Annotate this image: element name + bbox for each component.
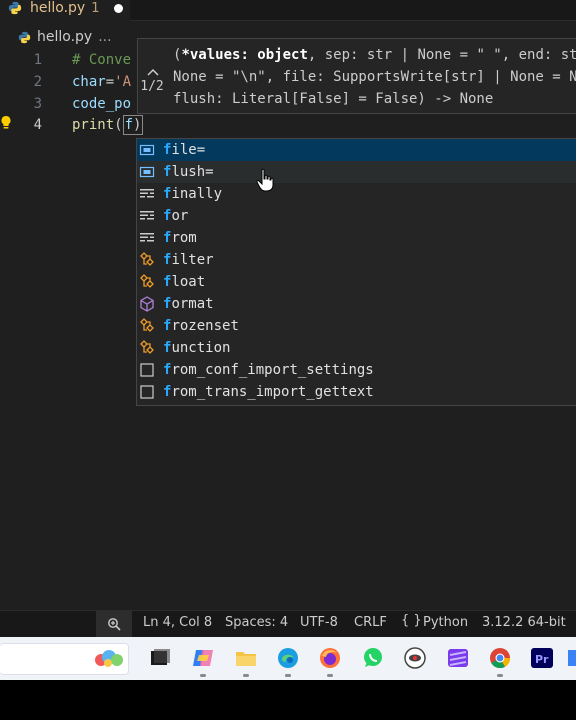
partial-app-icon[interactable] xyxy=(568,646,576,670)
python-file-icon xyxy=(18,31,31,43)
unsaved-dot-icon[interactable] xyxy=(113,3,123,13)
text-icon xyxy=(140,385,154,399)
suggestion-label: frozenset xyxy=(163,318,239,334)
status-bar: Ln 4, Col 8 Spaces: 4 UTF-8 CRLF { } Pyt… xyxy=(0,610,576,637)
variable-icon xyxy=(139,144,155,156)
suggestion-label: function xyxy=(163,340,231,356)
screen-recorder-icon[interactable] xyxy=(403,646,427,670)
suggestion-label: flush= xyxy=(163,164,214,180)
running-indicator xyxy=(285,674,291,677)
suggestion-label: from xyxy=(163,230,197,246)
class-icon xyxy=(140,318,154,332)
suggestion-item[interactable]: float xyxy=(137,271,576,293)
problem-count: 1 xyxy=(91,0,100,16)
svg-text:Pr: Pr xyxy=(535,653,549,666)
line-number: 4 xyxy=(33,117,42,133)
text-icon xyxy=(140,363,154,377)
active-parameter: *values: object xyxy=(181,47,308,63)
suggestion-item[interactable]: function xyxy=(137,337,576,359)
copilot-search-art-icon xyxy=(95,650,123,667)
python-file-icon xyxy=(8,1,22,15)
code-text: # Conve xyxy=(72,52,132,68)
premiere-pro-icon[interactable]: Pr xyxy=(530,646,554,670)
suggestion-label: file= xyxy=(163,142,206,158)
running-indicator xyxy=(243,674,249,677)
python-interpreter[interactable]: 3.12.2 64-bit xyxy=(482,615,566,630)
edge-browser-icon[interactable] xyxy=(276,646,300,670)
signature-help-popup: 1/2 (*values: object, sep: str | None = … xyxy=(137,38,576,114)
keyword-icon xyxy=(140,233,154,242)
clipchamp-icon[interactable] xyxy=(446,646,470,670)
signature-text: (*values: object, sep: str | None = " ",… xyxy=(173,47,576,107)
suggestion-label: float xyxy=(163,274,206,290)
keyword-icon xyxy=(140,211,154,220)
language-mode[interactable]: Python xyxy=(423,615,468,630)
whatsapp-icon[interactable] xyxy=(361,646,385,670)
suggestion-widget: file= flush= finally for from filter float form… xyxy=(136,138,576,406)
breadcrumb-file[interactable]: hello.py xyxy=(37,29,92,45)
suggestion-label: for xyxy=(163,208,189,224)
code-line-4[interactable]: 4 print(f) xyxy=(0,114,576,136)
keyword-icon xyxy=(140,189,154,198)
chevron-up-icon[interactable] xyxy=(146,67,160,77)
running-indicator xyxy=(497,674,503,677)
class-icon xyxy=(140,274,154,288)
breadcrumb: hello.py ... xyxy=(0,26,112,48)
firefox-icon[interactable] xyxy=(318,646,342,670)
line-number: 2 xyxy=(33,74,42,90)
indentation[interactable]: Spaces: 4 xyxy=(225,615,288,630)
suggestion-item[interactable]: for xyxy=(137,205,576,227)
line-number: 1 xyxy=(33,52,42,68)
windows-taskbar: Pr xyxy=(0,637,576,680)
breadcrumb-ellipsis[interactable]: ... xyxy=(98,29,111,45)
lightbulb-icon[interactable] xyxy=(0,115,12,131)
signature-counter: 1/2 xyxy=(140,79,164,94)
suggestion-item[interactable]: from_conf_import_settings xyxy=(137,359,576,381)
mouse-hand-cursor-icon xyxy=(256,168,274,192)
editor-window: hello.py 1 hello.py ... 1 # Conve 2 char… xyxy=(0,0,576,610)
letterbox-bottom xyxy=(0,680,576,720)
method-icon xyxy=(140,296,154,312)
code-text: char='A xyxy=(72,74,132,90)
suggestion-item[interactable]: file= xyxy=(137,139,576,161)
chrome-icon[interactable] xyxy=(488,646,512,670)
suggestion-item[interactable]: from xyxy=(137,227,576,249)
suggestion-item[interactable]: format xyxy=(137,293,576,315)
variable-icon xyxy=(139,166,155,178)
class-icon xyxy=(140,340,154,354)
language-braces-icon: { } xyxy=(401,613,422,628)
suggestion-item[interactable]: from_trans_import_gettext xyxy=(137,381,576,403)
class-icon xyxy=(140,252,154,266)
code-text: print(f) xyxy=(72,115,144,135)
tabbar-divider xyxy=(130,20,576,21)
running-indicator xyxy=(200,674,206,677)
suggestion-label: filter xyxy=(163,252,214,268)
cursor-position[interactable]: Ln 4, Col 8 xyxy=(143,615,212,630)
suggestion-label: from_trans_import_gettext xyxy=(163,384,374,400)
suggestion-item[interactable]: filter xyxy=(137,249,576,271)
zoom-icon xyxy=(108,618,121,631)
zoom-indicator[interactable] xyxy=(96,611,132,637)
suggestion-label: from_conf_import_settings xyxy=(163,362,374,378)
suggestion-label: format xyxy=(163,296,214,312)
suggestion-item[interactable]: frozenset xyxy=(137,315,576,337)
suggestion-item[interactable]: finally xyxy=(137,183,576,205)
tab-hello-py[interactable]: hello.py 1 xyxy=(0,0,130,21)
line-ending[interactable]: CRLF xyxy=(354,615,387,630)
line-number: 3 xyxy=(33,96,42,112)
task-view-icon[interactable] xyxy=(148,646,172,670)
taskbar-search-box[interactable] xyxy=(0,643,129,675)
suggestion-label: finally xyxy=(163,186,223,202)
copilot-icon[interactable] xyxy=(191,646,215,670)
file-explorer-icon[interactable] xyxy=(234,646,258,670)
tab-label: hello.py xyxy=(30,0,86,16)
running-indicator xyxy=(327,674,333,677)
tab-bar: hello.py 1 xyxy=(0,0,576,21)
encoding[interactable]: UTF-8 xyxy=(300,615,338,630)
suggestion-item[interactable]: flush= xyxy=(137,161,576,183)
code-text: code_po xyxy=(72,96,132,112)
